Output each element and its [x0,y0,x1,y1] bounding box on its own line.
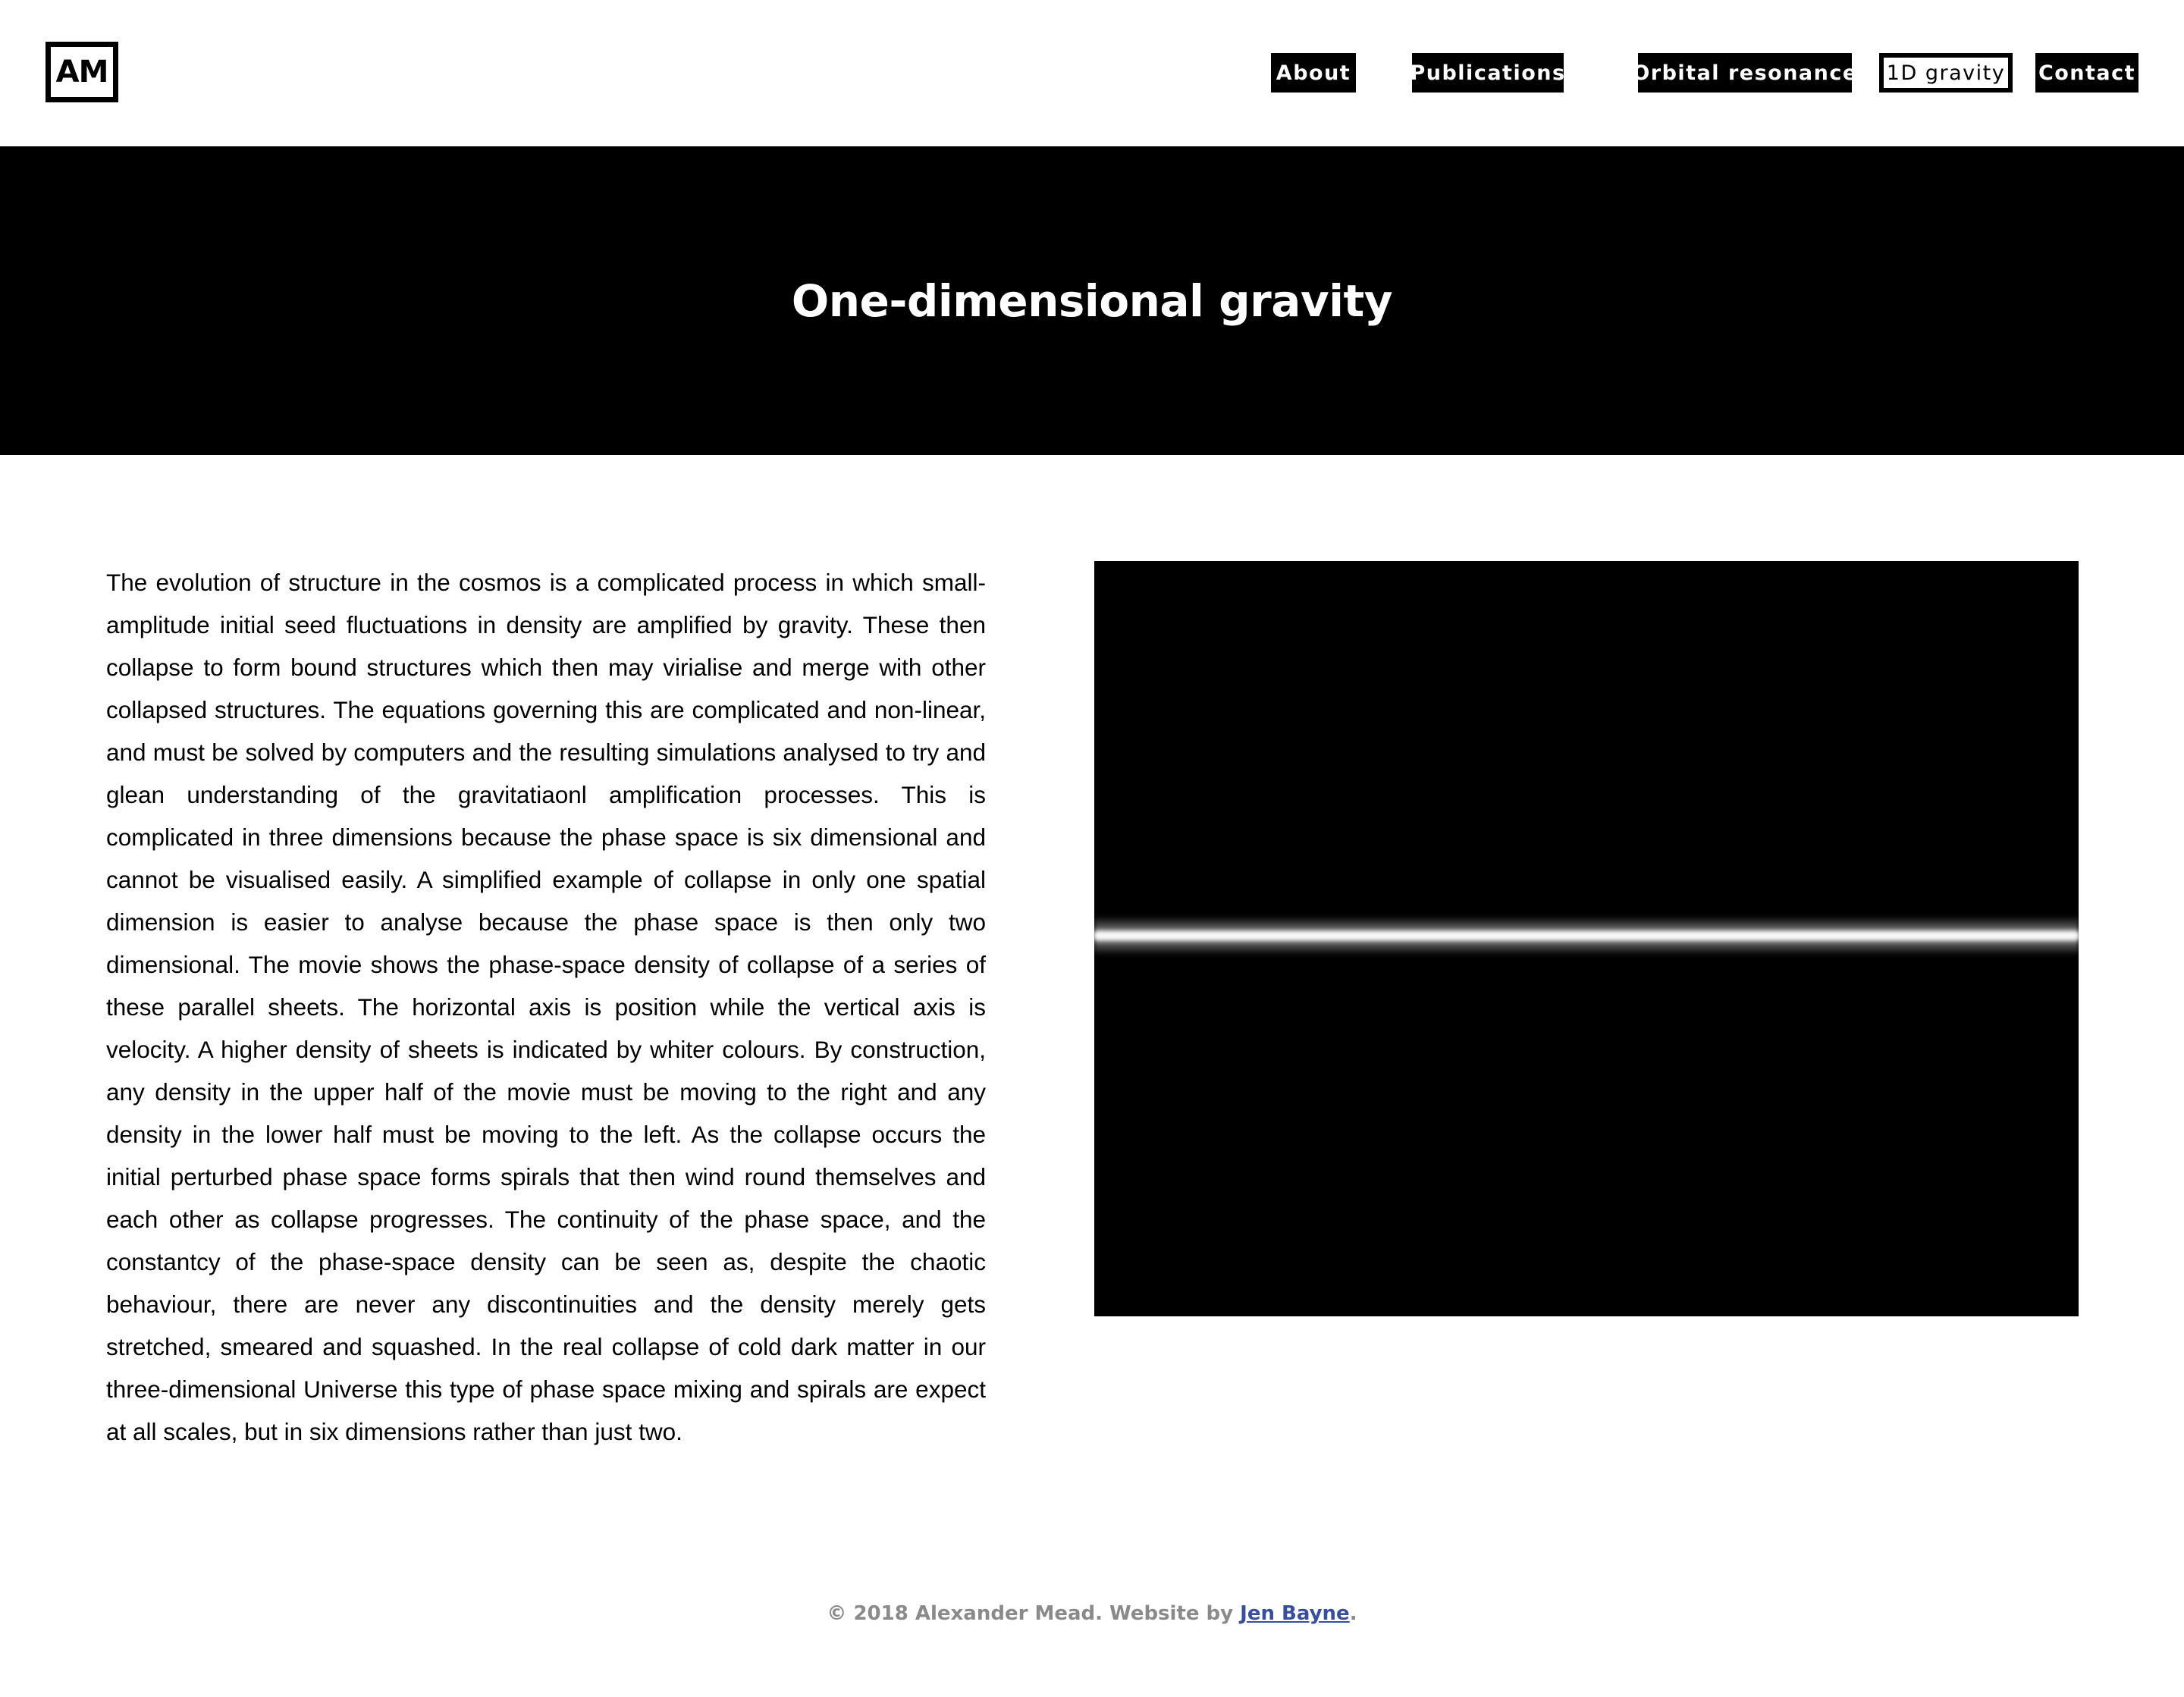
phase-space-frame [1094,561,2079,1316]
nav-about[interactable]: About [1271,53,1356,93]
phase-space-movie[interactable] [1094,561,2079,1316]
nav-contact[interactable]: Contact [2035,53,2138,93]
logo-text: AM [55,55,109,89]
page-title: One-dimensional gravity [791,274,1393,327]
site-logo[interactable]: AM [46,42,118,102]
nav-orbital-resonance[interactable]: Orbital resonance [1632,53,1856,93]
hero-banner: One-dimensional gravity [0,146,2184,455]
nav-publications[interactable]: Publications [1410,53,1564,93]
footer-designer-link[interactable]: Jen Bayne [1240,1602,1350,1625]
page: AM About Publications Orbital resonance … [0,0,2184,1697]
nav-1d-gravity[interactable]: 1D gravity [1879,53,2013,93]
site-footer: © 2018 Alexander Mead. Website by Jen Ba… [0,1602,2184,1625]
description-paragraph: The evolution of structure in the cosmos… [106,569,986,1445]
footer-copyright: © 2018 Alexander Mead. Website by [827,1602,1241,1625]
footer-suffix: . [1349,1602,1357,1625]
